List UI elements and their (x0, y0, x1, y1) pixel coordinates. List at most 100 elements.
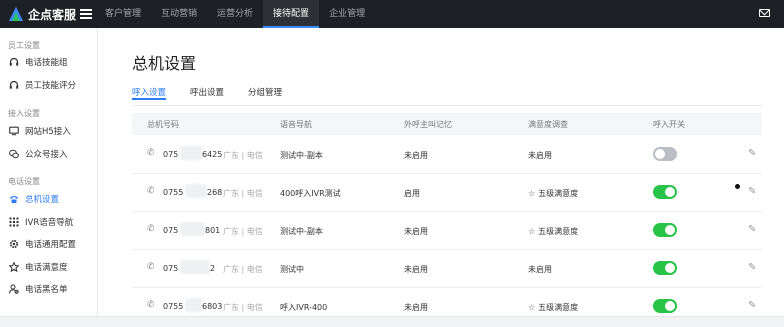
grid-icon (9, 217, 19, 227)
voice-navigation: 测试中 (280, 265, 304, 274)
main-content: 总机设置 呼入设置 呼出设置 分组管理 总机号码 语音导航 外呼主叫记忆 满意度… (98, 28, 784, 316)
voice-navigation: 呼入IVR-400 (280, 303, 328, 312)
table-row: ✆ 075 6425 广东 | 电信 测试中-副本 未启用 未启用 ✎ (132, 136, 762, 174)
inbound-switch-toggle[interactable] (653, 261, 677, 275)
table-row: ✆ 075 2 广东 | 电信 测试中 未启用 未启用 ✎ (132, 250, 762, 288)
sidebar-item-website-h5[interactable]: 网站H5接入 (0, 121, 97, 141)
voice-navigation: 400呼入IVR测试 (280, 189, 341, 198)
number-region: 广东 | 电信 (223, 303, 263, 312)
column-header-switchboard-number: 总机号码 (147, 120, 179, 129)
table-row: ✆ 075 801 广东 | 电信 测试中-副本 未启用 ☆ 五级满意度 ✎ (132, 212, 762, 250)
cursor-dot (735, 184, 740, 189)
user-block-icon (9, 284, 19, 294)
satisfaction-survey: 五级满意度 (538, 227, 579, 236)
top-bar: 企点客服 客户管理 互动营销 运营分析 接待配置 企业管理 (0, 0, 784, 28)
page-title: 总机设置 (132, 54, 197, 73)
outbound-memory: 未启用 (404, 151, 428, 160)
inbound-switch-toggle[interactable] (653, 147, 677, 161)
star-outline-icon: ☆ (528, 189, 536, 198)
sidebar-item-ivr-navigation[interactable]: IVR语音导航 (0, 212, 97, 232)
tab-outbound-settings[interactable]: 呼出设置 (190, 86, 224, 100)
phone-icon: ✆ (147, 262, 155, 272)
topnav-interactive-marketing[interactable]: 互动营销 (151, 0, 207, 28)
settings-tabs: 呼入设置 呼出设置 分组管理 (132, 86, 306, 100)
edit-pencil-icon[interactable]: ✎ (748, 186, 758, 197)
outbound-memory: 启用 (404, 189, 420, 198)
redacted-number (185, 298, 202, 312)
edit-pencil-icon[interactable]: ✎ (748, 262, 758, 273)
sidebar-item-phone-satisfaction[interactable]: 电话满意度 (0, 257, 97, 277)
app-logo[interactable]: 企点客服 (8, 5, 76, 23)
monitor-icon (9, 126, 19, 136)
outbound-memory: 未启用 (404, 303, 428, 312)
star-icon (9, 262, 19, 272)
sidebar-item-phone-general-config[interactable]: 电话通用配置 (0, 234, 97, 254)
inbound-switch-toggle[interactable] (653, 299, 677, 313)
tab-inbound-settings[interactable]: 呼入设置 (132, 86, 167, 100)
inbound-switch-toggle[interactable] (653, 185, 677, 199)
outbound-memory: 未启用 (404, 265, 428, 274)
voice-navigation: 测试中-副本 (280, 151, 323, 160)
edit-pencil-icon[interactable]: ✎ (748, 300, 758, 311)
phone-icon: ✆ (147, 186, 155, 196)
topnav-reception-config[interactable]: 接待配置 (263, 0, 320, 28)
redacted-number (180, 146, 202, 160)
number-prefix: 075 (163, 226, 179, 235)
phone-icon: ✆ (147, 148, 155, 158)
satisfaction-survey-cell: ☆ 五级满意度 (528, 226, 578, 237)
sidebar-item-official-account[interactable]: 公众号接入 (0, 144, 97, 164)
sidebar-item-phone-blacklist[interactable]: 电话黑名单 (0, 279, 97, 299)
sidebar-section-phone: 电话设置 (8, 177, 40, 186)
satisfaction-survey: 五级满意度 (538, 189, 579, 198)
sidebar-item-label: 电话黑名单 (25, 285, 68, 295)
bottom-strip (0, 316, 784, 327)
column-header-inbound-switch: 呼入开关 (653, 120, 685, 129)
sidebar-item-label: 网站H5接入 (25, 127, 71, 137)
sidebar-item-switchboard-settings[interactable]: 总机设置 (0, 189, 97, 209)
sidebar: 员工设置 电话技能组 员工技能评分 接入设置 网站H5接入 公众号接入 电话设置… (0, 28, 98, 316)
phone-icon: ✆ (147, 300, 155, 310)
app-name: 企点客服 (28, 7, 77, 22)
voice-navigation: 测试中-副本 (280, 227, 323, 236)
number-suffix: 6425 (202, 150, 223, 159)
table-header: 总机号码 语音导航 外呼主叫记忆 满意度调查 呼入开关 (132, 113, 762, 135)
number-prefix: 0755 (163, 302, 184, 311)
sidebar-item-staff-skill-rating[interactable]: 员工技能评分 (0, 75, 97, 95)
column-header-outbound-memory: 外呼主叫记忆 (404, 120, 452, 129)
redacted-number (180, 222, 205, 236)
star-outline-icon: ☆ (528, 303, 536, 312)
tab-group-management[interactable]: 分组管理 (248, 86, 282, 100)
redacted-number (180, 260, 210, 274)
sidebar-item-phone-skill-group[interactable]: 电话技能组 (0, 52, 97, 72)
column-header-voice-navigation: 语音导航 (280, 120, 312, 129)
phone-icon: ✆ (147, 224, 155, 234)
edit-pencil-icon[interactable]: ✎ (748, 148, 758, 159)
logo-icon (9, 7, 23, 21)
number-region: 广东 | 电信 (223, 151, 263, 160)
number-region: 广东 | 电信 (223, 265, 263, 274)
number-suffix: 2 (210, 264, 216, 273)
topnav-operations-analysis[interactable]: 运营分析 (207, 0, 263, 28)
number-region: 广东 | 电信 (223, 227, 263, 236)
mail-icon[interactable] (759, 9, 770, 17)
star-outline-icon: ☆ (528, 227, 536, 236)
number-prefix: 075 (163, 150, 179, 159)
edit-pencil-icon[interactable]: ✎ (748, 224, 758, 235)
sidebar-item-label: 员工技能评分 (25, 81, 77, 91)
number-prefix: 075 (163, 264, 179, 273)
inbound-switch-toggle[interactable] (653, 223, 677, 237)
sidebar-item-label: 电话满意度 (25, 263, 68, 273)
sidebar-section-staff: 员工设置 (8, 41, 40, 50)
topnav-customer-management[interactable]: 客户管理 (95, 0, 151, 28)
hamburger-menu-icon[interactable] (80, 7, 92, 21)
sidebar-item-label: 电话技能组 (25, 58, 68, 68)
satisfaction-survey: 未启用 (528, 265, 552, 274)
telephone-icon (9, 194, 19, 204)
outbound-memory: 未启用 (404, 227, 428, 236)
sidebar-item-label: 总机设置 (25, 195, 60, 205)
number-suffix: 6803 (202, 302, 223, 311)
topnav-enterprise-management[interactable]: 企业管理 (319, 0, 375, 28)
sidebar-item-label: 电话通用配置 (25, 240, 77, 250)
redacted-number (185, 184, 207, 198)
divider (132, 105, 762, 106)
